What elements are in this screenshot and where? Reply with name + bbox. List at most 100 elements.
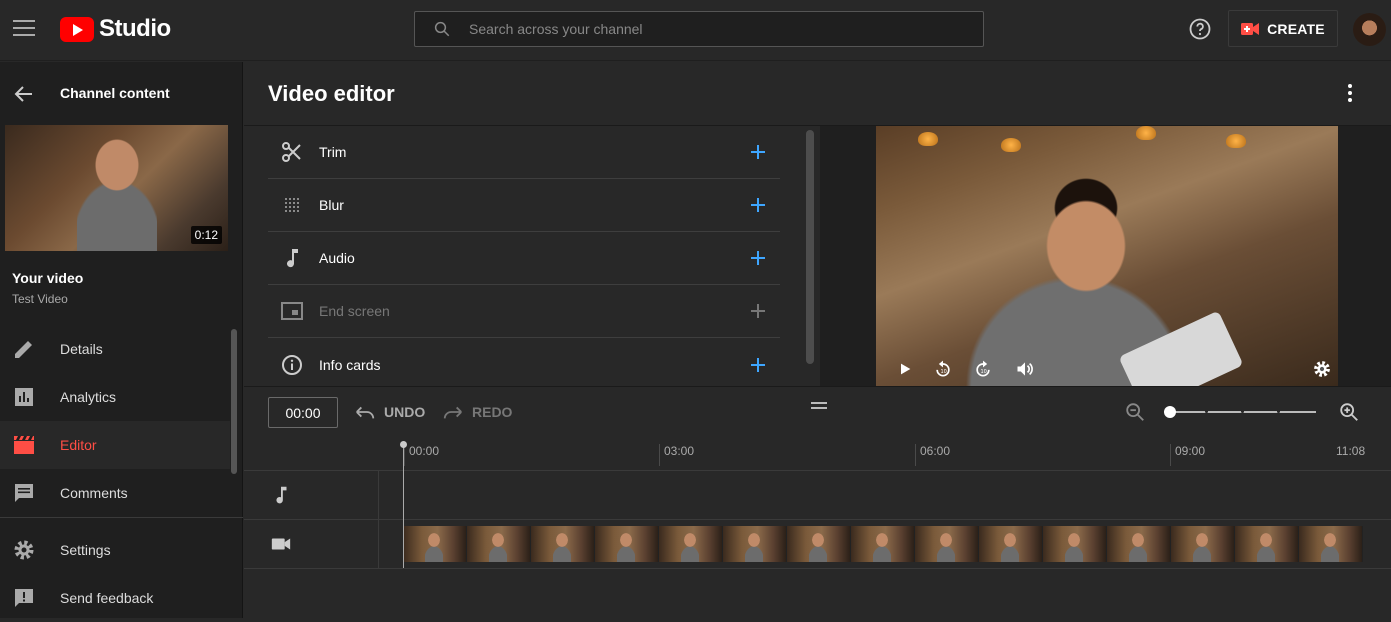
sidebar-divider: [0, 517, 243, 518]
channel-content-link[interactable]: Channel content: [60, 85, 170, 101]
current-time-input[interactable]: [268, 397, 338, 428]
scissors-icon: [282, 142, 301, 162]
tool-info-cards[interactable]: Info cards: [268, 338, 780, 391]
tool-end-screen: End screen: [268, 285, 780, 338]
studio-logo[interactable]: Studio: [60, 15, 171, 43]
tool-blur[interactable]: Blur: [268, 179, 780, 232]
tool-label: Info cards: [319, 356, 381, 373]
editor-tools-list: Trim Blur Audio End screen Info cards: [268, 126, 780, 386]
resize-handle-icon[interactable]: [811, 402, 829, 412]
undo-button[interactable]: UNDO: [354, 402, 425, 422]
sidebar: Channel content 0:12 Your video Test Vid…: [0, 62, 243, 618]
sidebar-item-label: Comments: [60, 485, 128, 501]
filmstrip-frame: [403, 526, 467, 562]
create-button[interactable]: CREATE: [1228, 10, 1338, 47]
redo-label: REDO: [472, 404, 513, 420]
filmstrip-frame: [915, 526, 979, 562]
editor-icon: [14, 436, 34, 454]
timeline-ruler[interactable]: 00:00 03:00 06:00 09:00 11:08: [244, 436, 1391, 470]
volume-icon[interactable]: [1014, 358, 1036, 380]
timeline-divider: [244, 386, 1391, 387]
tool-label: End screen: [319, 303, 390, 319]
ruler-tick: 09:00: [1170, 444, 1205, 466]
gear-icon: [14, 540, 34, 560]
search-box[interactable]: [414, 11, 984, 47]
help-icon[interactable]: [1188, 17, 1212, 41]
sidebar-item-send-feedback[interactable]: Send feedback: [0, 574, 230, 622]
filmstrip-frame: [531, 526, 595, 562]
ruler-tick: 00:00: [404, 444, 439, 466]
tool-label: Blur: [319, 197, 344, 213]
filmstrip-frame: [723, 526, 787, 562]
more-options-icon[interactable]: [1342, 82, 1358, 106]
video-camera-icon: [271, 538, 291, 550]
sidebar-item-settings[interactable]: Settings: [0, 526, 230, 574]
sidebar-item-editor[interactable]: Editor: [0, 421, 230, 469]
create-button-label: CREATE: [1267, 20, 1325, 37]
tool-label: Audio: [319, 250, 355, 266]
end-screen-icon: [281, 302, 303, 320]
video-title: Test Video: [12, 292, 68, 306]
ruler-tick: 06:00: [915, 444, 950, 466]
tool-trim[interactable]: Trim: [268, 126, 780, 179]
sidebar-item-comments[interactable]: Comments: [0, 469, 230, 517]
rewind-10-icon[interactable]: 10: [932, 358, 954, 380]
svg-text:10: 10: [981, 369, 987, 375]
filmstrip-frame: [467, 526, 531, 562]
filmstrip-frame: [979, 526, 1043, 562]
video-filmstrip[interactable]: [403, 526, 1371, 562]
zoom-in-icon[interactable]: [1338, 401, 1360, 423]
redo-button[interactable]: REDO: [442, 402, 512, 422]
main-content: Video editor Trim Blur Audio End screen …: [244, 62, 1391, 618]
audio-track[interactable]: [244, 470, 1391, 519]
sidebar-item-label: Details: [60, 341, 103, 357]
sidebar-item-label: Editor: [60, 437, 97, 453]
preview-panel: 10 10: [820, 126, 1391, 386]
zoom-slider[interactable]: [1170, 410, 1316, 413]
forward-10-icon[interactable]: 10: [972, 358, 994, 380]
back-arrow-icon[interactable]: [12, 82, 36, 106]
add-icon[interactable]: [746, 353, 770, 377]
filmstrip-frame: [787, 526, 851, 562]
sidebar-item-details[interactable]: Details: [0, 325, 230, 373]
settings-gear-icon[interactable]: [1311, 358, 1333, 380]
filmstrip-frame: [1171, 526, 1235, 562]
ruler-tick: 03:00: [659, 444, 694, 466]
logo-text: Studio: [99, 15, 171, 42]
analytics-icon: [15, 388, 33, 406]
sidebar-scrollbar[interactable]: [231, 329, 237, 474]
video-thumbnail[interactable]: 0:12: [5, 125, 228, 251]
add-icon[interactable]: [746, 140, 770, 164]
video-track[interactable]: [244, 519, 1391, 568]
sidebar-item-analytics[interactable]: Analytics: [0, 373, 230, 421]
sidebar-item-label: Settings: [60, 542, 111, 558]
filmstrip-frame: [1043, 526, 1107, 562]
zoom-out-icon[interactable]: [1124, 401, 1146, 423]
add-icon[interactable]: [746, 246, 770, 270]
play-icon[interactable]: [894, 358, 916, 380]
tool-audio[interactable]: Audio: [268, 232, 780, 285]
zoom-slider-knob[interactable]: [1164, 406, 1176, 418]
sidebar-item-label: Send feedback: [60, 590, 154, 606]
pencil-icon: [15, 341, 32, 358]
filmstrip-frame: [1299, 526, 1363, 562]
add-icon[interactable]: [746, 193, 770, 217]
account-avatar[interactable]: [1353, 13, 1386, 46]
search-input[interactable]: [469, 21, 949, 37]
page-title: Video editor: [268, 81, 395, 106]
top-bar: Studio CREATE: [0, 0, 1391, 61]
tools-scrollbar[interactable]: [806, 130, 814, 364]
hamburger-menu-icon[interactable]: [13, 20, 35, 38]
filmstrip-frame: [1107, 526, 1171, 562]
undo-icon: [356, 406, 375, 419]
timeline-bottom-line: [244, 568, 1391, 569]
blur-icon: [285, 198, 299, 212]
svg-text:10: 10: [941, 369, 947, 375]
filmstrip-frame: [1235, 526, 1299, 562]
video-preview[interactable]: 10 10: [876, 126, 1338, 386]
undo-label: UNDO: [384, 404, 426, 420]
comments-icon: [15, 484, 33, 502]
music-note-icon: [287, 249, 298, 268]
ruler-tick: 11:08: [1336, 444, 1366, 458]
playhead[interactable]: [400, 441, 407, 568]
